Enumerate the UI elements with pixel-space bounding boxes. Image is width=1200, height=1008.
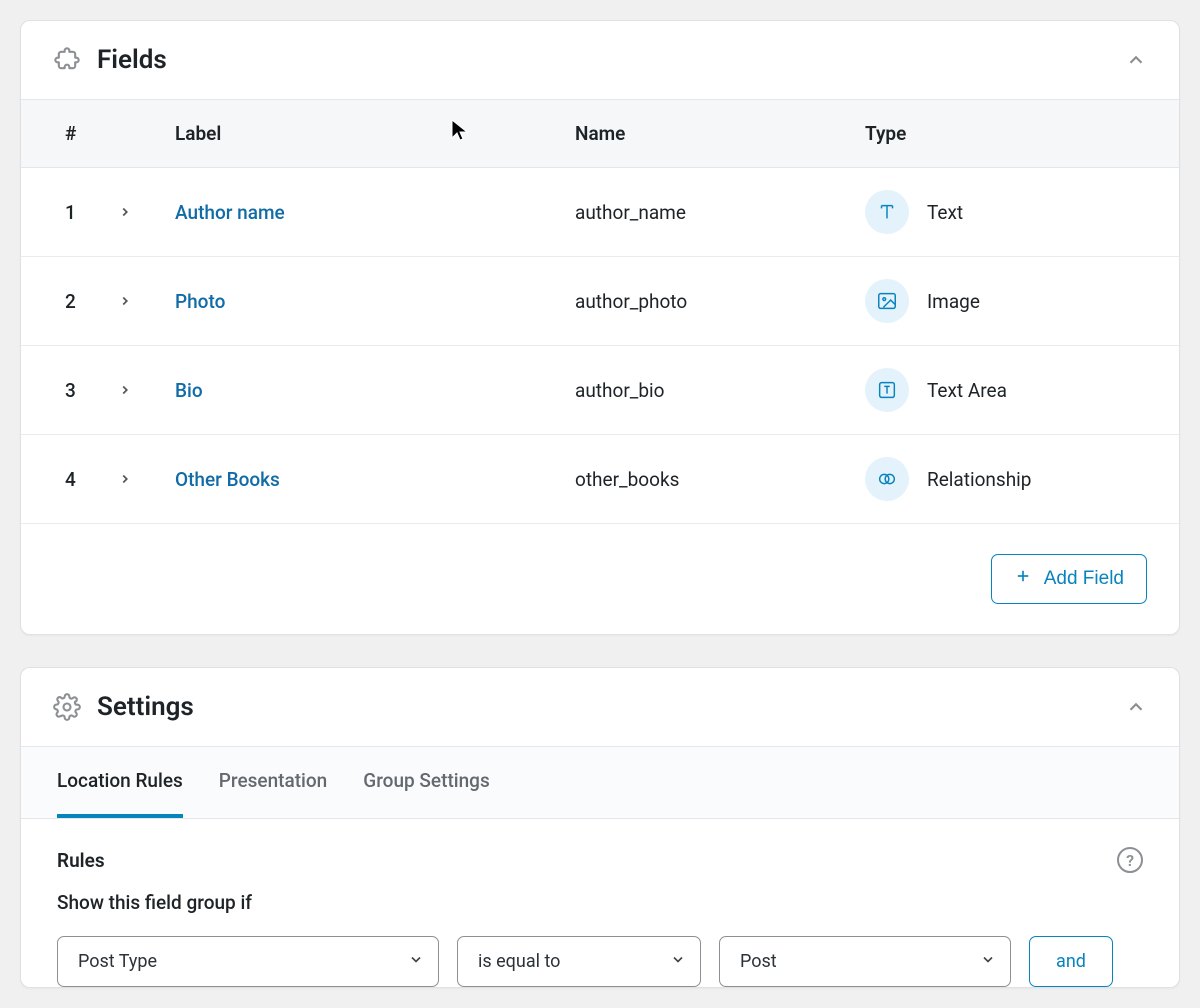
field-row[interactable]: 3 Bio author_bio Text Area xyxy=(21,346,1179,435)
tab-group-settings[interactable]: Group Settings xyxy=(363,747,489,818)
field-label-link[interactable]: Photo xyxy=(175,290,225,313)
rule-operator-select[interactable]: is equal to xyxy=(457,936,701,987)
chevron-right-icon[interactable] xyxy=(118,294,132,308)
rule-value-select[interactable]: Post xyxy=(719,936,1011,987)
field-number: 4 xyxy=(65,468,76,491)
rule-operator-value: is equal to xyxy=(478,951,560,972)
rules-subheading: Show this field group if xyxy=(57,891,1143,914)
tab-location-rules[interactable]: Location Rules xyxy=(57,747,183,818)
field-number: 2 xyxy=(65,290,76,313)
settings-panel-header[interactable]: Settings xyxy=(21,668,1179,746)
tab-presentation[interactable]: Presentation xyxy=(219,747,327,818)
fields-panel: Fields # Label Name Type 1 Author name a… xyxy=(20,20,1180,635)
field-type: Relationship xyxy=(927,468,1031,491)
field-row[interactable]: 2 Photo author_photo Image xyxy=(21,257,1179,346)
field-row[interactable]: 4 Other Books other_books Relationship xyxy=(21,435,1179,524)
chevron-down-icon xyxy=(408,951,424,972)
field-number: 1 xyxy=(65,201,76,224)
settings-tabs: Location Rules Presentation Group Settin… xyxy=(21,746,1179,819)
field-name: other_books xyxy=(575,468,865,491)
text-type-icon xyxy=(865,190,909,234)
image-type-icon xyxy=(865,279,909,323)
chevron-down-icon xyxy=(980,951,996,972)
puzzle-icon xyxy=(53,46,81,74)
field-label-link[interactable]: Bio xyxy=(175,379,203,402)
field-name: author_name xyxy=(575,201,865,224)
chevron-right-icon[interactable] xyxy=(118,205,132,219)
col-header-label: Label xyxy=(175,122,575,145)
textarea-type-icon xyxy=(865,368,909,412)
rule-param-value: Post Type xyxy=(78,951,157,972)
fields-panel-title: Fields xyxy=(97,45,1109,75)
chevron-right-icon[interactable] xyxy=(118,383,132,397)
field-name: author_photo xyxy=(575,290,865,313)
plus-icon xyxy=(1014,567,1032,591)
field-name: author_bio xyxy=(575,379,865,402)
field-number: 3 xyxy=(65,379,76,402)
field-row[interactable]: 1 Author name author_name Text xyxy=(21,168,1179,257)
col-header-num: # xyxy=(65,122,175,145)
rule-row: Post Type is equal to Post and xyxy=(57,936,1143,987)
gear-icon xyxy=(53,693,81,721)
fields-table-header: # Label Name Type xyxy=(21,99,1179,168)
rule-value-value: Post xyxy=(740,951,777,972)
rule-param-select[interactable]: Post Type xyxy=(57,936,439,987)
field-label-link[interactable]: Other Books xyxy=(175,468,280,491)
fields-panel-header[interactable]: Fields xyxy=(21,21,1179,99)
field-type: Text Area xyxy=(927,379,1007,402)
help-icon[interactable]: ? xyxy=(1117,847,1143,873)
relationship-type-icon xyxy=(865,457,909,501)
col-header-name: Name xyxy=(575,122,865,145)
add-field-button[interactable]: Add Field xyxy=(991,554,1147,604)
rules-section: Rules ? Show this field group if Post Ty… xyxy=(21,819,1179,987)
col-header-type: Type xyxy=(865,122,1135,145)
chevron-down-icon xyxy=(670,951,686,972)
field-type: Image xyxy=(927,290,980,313)
fields-panel-footer: Add Field xyxy=(21,524,1179,634)
chevron-up-icon[interactable] xyxy=(1125,696,1147,718)
rule-and-label: and xyxy=(1056,951,1086,972)
field-label-link[interactable]: Author name xyxy=(175,201,285,224)
settings-panel-title: Settings xyxy=(97,692,1109,722)
chevron-right-icon[interactable] xyxy=(118,472,132,486)
chevron-up-icon[interactable] xyxy=(1125,49,1147,71)
add-field-label: Add Field xyxy=(1044,568,1124,590)
settings-panel: Settings Location Rules Presentation Gro… xyxy=(20,667,1180,988)
rule-and-button[interactable]: and xyxy=(1029,936,1113,987)
field-type: Text xyxy=(927,201,963,224)
rules-heading: Rules xyxy=(57,849,105,872)
